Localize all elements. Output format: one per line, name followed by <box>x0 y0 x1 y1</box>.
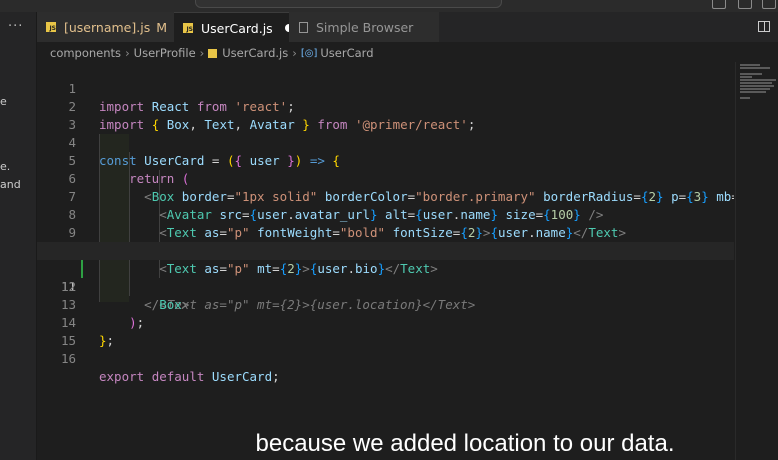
minimap-line <box>740 67 770 69</box>
minimap-line <box>740 79 776 81</box>
code-line: 10 <Text as="p" mt={2}>{user.bio}</Text> <box>37 224 734 276</box>
title-bar <box>0 0 778 12</box>
tab-label: UserCard.js <box>201 20 273 36</box>
code-line: 7 <Avatar src={user.avatar_url} alt={use… <box>37 170 734 222</box>
tab-simple-browser[interactable]: Simple Browser <box>289 12 439 42</box>
code-line: 16 export default UserCard; <box>37 332 734 384</box>
javascript-file-icon: JS <box>183 23 193 33</box>
minimap-line <box>740 91 766 93</box>
code-editor[interactable]: 1 import React from 'react'; 2 import { … <box>37 62 734 460</box>
breadcrumb-item[interactable]: UserCard <box>320 46 373 60</box>
tab-label: Simple Browser <box>316 19 414 35</box>
code-line: 8 <Text as="p" fontWeight="bold" fontSiz… <box>37 188 734 240</box>
side-panel-text-3: and <box>0 178 21 191</box>
minimap-line <box>740 85 774 87</box>
more-actions-icon[interactable]: ··· <box>8 19 23 34</box>
line-number: 16 <box>60 351 76 366</box>
side-panel-text-2: e. <box>0 160 11 173</box>
code-line: 5 return ( <box>37 134 734 186</box>
file-icon <box>299 21 308 33</box>
side-panel: ··· e e. and <box>0 12 37 460</box>
breadcrumb-item[interactable]: UserProfile <box>134 46 196 60</box>
toggle-panel-icon[interactable] <box>712 0 726 9</box>
chevron-right-icon: › <box>199 46 205 60</box>
layout-icon[interactable] <box>762 0 776 9</box>
tab-usercard-js[interactable]: JS UserCard.js <box>174 12 297 43</box>
code-line: 2 import { Box, Text, Avatar } from '@pr… <box>37 80 734 132</box>
minimap-line <box>740 97 750 99</box>
minimap-line <box>740 64 760 66</box>
command-center[interactable] <box>195 0 502 8</box>
code-line: 6 <Box border="1px solid" borderColor="b… <box>37 152 734 204</box>
code-line: 9 <Text as="p" color="text.secondary">@{… <box>37 206 734 258</box>
modified-status-badge: M <box>156 19 168 35</box>
split-editor-icon[interactable] <box>758 21 770 32</box>
minimap-line <box>740 76 752 78</box>
tab-label: [username].js <box>64 19 151 35</box>
symbol-variable-icon: [◎] <box>300 47 318 59</box>
minimap[interactable] <box>735 62 778 460</box>
code-line: 3 <box>37 98 734 132</box>
code-line: 12 </Box> <box>37 260 734 312</box>
chevron-right-icon: › <box>125 46 130 60</box>
code-line: 4 const UserCard = ({ user }) => { <box>37 116 734 168</box>
breadcrumb-item[interactable]: components <box>50 46 121 60</box>
code-line: 15 <box>37 314 734 348</box>
code-text: export default UserCard; <box>99 369 280 384</box>
side-panel-text-1: e <box>0 95 7 108</box>
minimap-line <box>740 82 772 84</box>
breadcrumb-item[interactable]: UserCard.js <box>222 46 288 60</box>
toggle-sidebar-icon[interactable] <box>738 0 752 9</box>
minimap-line <box>740 73 762 75</box>
tab-username-js[interactable]: JS [username].js M <box>37 12 182 42</box>
code-line: 14 }; <box>37 296 734 348</box>
code-line: 13 ); <box>37 278 734 330</box>
breadcrumb: components › UserProfile › UserCard.js ›… <box>50 45 374 61</box>
javascript-file-icon <box>208 48 218 58</box>
code-line-active: 11 <Text as="p" mt={2}>{user.location}</… <box>37 242 734 312</box>
chevron-right-icon: › <box>292 46 297 60</box>
minimap-line <box>740 88 770 90</box>
code-line: 1 import React from 'react'; <box>37 62 734 114</box>
video-caption: because we added location to our data. <box>255 430 675 457</box>
editor-tab-bar: JS [username].js M JS UserCard.js Simple… <box>37 12 778 43</box>
javascript-file-icon: JS <box>46 22 56 32</box>
